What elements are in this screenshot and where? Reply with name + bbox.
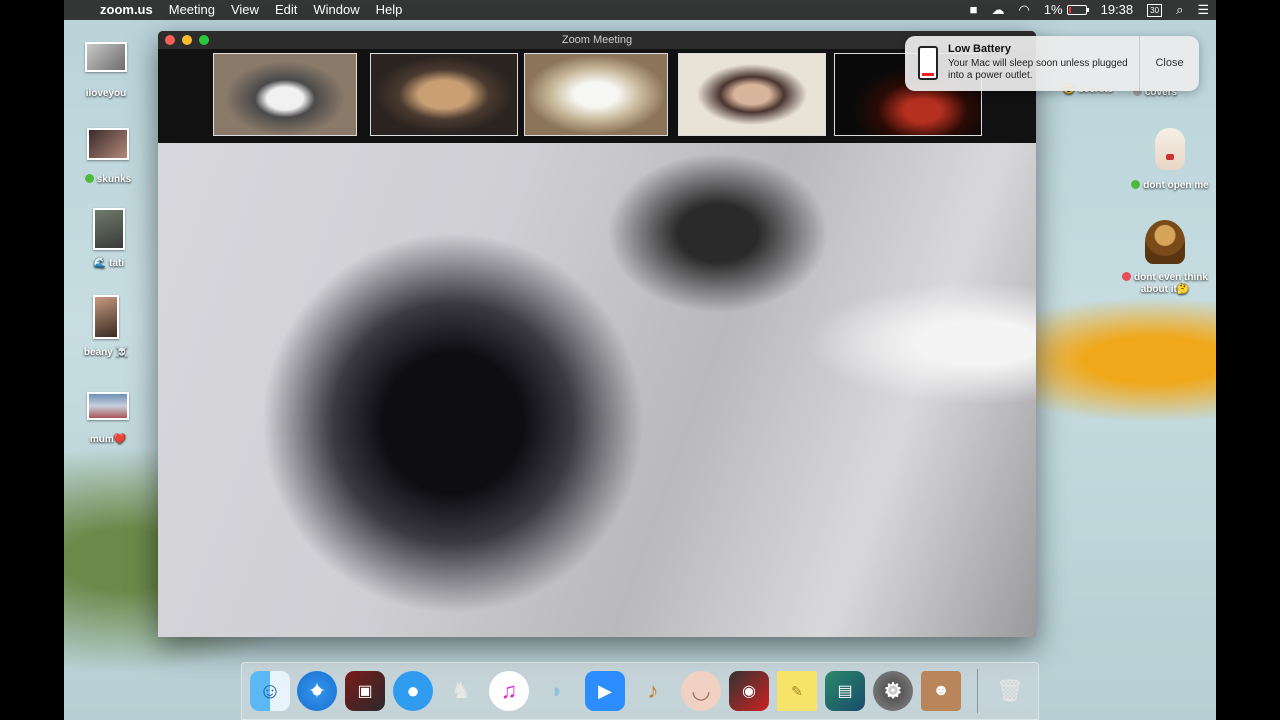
contacts-icon[interactable]: ☻ — [921, 671, 961, 711]
photo-thumbnail — [93, 295, 119, 339]
photo-thumbnail — [93, 208, 125, 250]
notification-title: Low Battery — [948, 43, 1011, 55]
notification-center-icon[interactable]: ☰ — [1190, 0, 1216, 20]
sealion-icon[interactable]: ◗ — [537, 671, 577, 711]
window-title: Zoom Meeting — [561, 34, 633, 46]
desktop: zoom.us Meeting View Edit Window Help ■ … — [64, 0, 1216, 720]
thinking-emoji: 🤔 — [1176, 284, 1190, 295]
creative-cloud-icon[interactable]: ☁ — [984, 0, 1011, 20]
desktop-item-tati[interactable]: 🌊 tati — [64, 208, 154, 269]
notification-close-button[interactable]: Close — [1140, 36, 1199, 91]
system-preferences-icon[interactable]: ⚙ — [873, 671, 913, 711]
desktop-item-dont-open-me[interactable]: dont open me — [1115, 128, 1216, 191]
participant-video-tile[interactable] — [370, 53, 518, 136]
safari-icon[interactable]: ✦ — [297, 671, 337, 711]
face-icon[interactable]: ◡ — [681, 671, 721, 711]
menu-view[interactable]: View — [223, 0, 267, 20]
desktop-item-label: 🌊 tati — [93, 258, 125, 269]
bunny-icon — [1155, 128, 1185, 170]
participant-video-tile[interactable] — [213, 53, 357, 136]
green-tag-icon — [84, 174, 94, 183]
zoom-icon[interactable]: ▶ — [585, 671, 625, 711]
menu-edit[interactable]: Edit — [267, 0, 305, 20]
battery-icon — [1066, 5, 1089, 15]
green-tag-icon — [1131, 180, 1141, 189]
calendar-day: 30 — [1147, 3, 1163, 17]
skull-emoji: ☠️ — [115, 347, 129, 358]
photo-booth-icon[interactable]: ▣ — [345, 671, 385, 711]
calendar-icon[interactable]: 30 — [1140, 3, 1169, 17]
notification-body: Your Mac will sleep soon unless plugged … — [948, 58, 1128, 81]
lion-icon — [1145, 220, 1185, 264]
photo-thumbnail — [85, 42, 127, 72]
preview-icon[interactable]: ▤ — [825, 671, 865, 711]
clock[interactable]: 19:38 — [1094, 0, 1141, 20]
spotlight-search-icon[interactable]: ⌕ — [1169, 0, 1190, 20]
zoom-meeting-window: Zoom Meeting — [158, 31, 1036, 637]
low-battery-notification[interactable]: Low Battery Your Mac will sleep soon unl… — [905, 36, 1199, 91]
active-speaker-video[interactable] — [158, 143, 1036, 637]
desktop-item-label: beany ☠️ — [83, 347, 129, 358]
garageband-icon[interactable]: ♪ — [633, 671, 673, 711]
wifi-icon[interactable]: ◠ — [1011, 0, 1036, 20]
trash-icon[interactable]: 🗑 — [990, 671, 1030, 711]
desktop-item-label: iloveyou — [85, 88, 127, 99]
wave-emoji: 🌊 — [93, 258, 107, 269]
itunes-icon[interactable]: ♫ — [489, 671, 529, 711]
menu-bar: zoom.us Meeting View Edit Window Help ■ … — [64, 0, 1216, 20]
desktop-item-label: dont open me — [1115, 180, 1216, 191]
messages-icon[interactable]: ● — [393, 671, 433, 711]
desktop-item-label: mum❤️ — [89, 434, 127, 445]
photo-thumbnail — [87, 392, 129, 420]
heart-emoji: ❤️ — [113, 434, 127, 445]
menu-help[interactable]: Help — [368, 0, 411, 20]
red-tag-icon — [1122, 272, 1132, 281]
photo-thumbnail — [87, 128, 129, 160]
desktop-item-beany[interactable]: beany ☠️ — [64, 295, 151, 358]
stickies-icon[interactable]: ✎ — [777, 671, 817, 711]
dock-separator — [977, 669, 978, 713]
desktop-item-mum[interactable]: mum❤️ — [64, 392, 153, 445]
dock: ☺ ✦ ▣ ● ♞ ♫ ◗ ▶ ♪ ◡ ◉ ✎ ▤ ⚙ ☻ 🗑 — [241, 662, 1039, 720]
finder-icon[interactable]: ☺ — [250, 671, 290, 711]
battery-percent: 1% — [1043, 2, 1063, 17]
desktop-item-iloveyou[interactable]: iloveyou — [64, 42, 151, 99]
close-window-button[interactable] — [165, 35, 175, 45]
menu-window[interactable]: Window — [305, 0, 367, 20]
participant-video-tile[interactable] — [678, 53, 826, 136]
battery-status[interactable]: 1% — [1037, 0, 1094, 20]
menu-meeting[interactable]: Meeting — [161, 0, 223, 20]
desktop-item-skunks[interactable]: skunks — [64, 128, 153, 185]
desktop-item-dont-even-think-about-it[interactable]: dont even think about it🤔 — [1110, 220, 1216, 296]
zoom-status-icon[interactable]: ■ — [963, 0, 985, 20]
minimize-window-button[interactable] — [182, 35, 192, 45]
participant-video-tile[interactable] — [524, 53, 668, 136]
battery-warning-icon — [918, 46, 938, 80]
app-menu[interactable]: zoom.us — [92, 0, 161, 20]
zoom-window-button[interactable] — [199, 35, 209, 45]
desktop-item-label: dont even think about it🤔 — [1110, 272, 1216, 296]
media-icon[interactable]: ◉ — [729, 671, 769, 711]
creature-icon[interactable]: ♞ — [441, 671, 481, 711]
desktop-item-label: skunks — [64, 174, 153, 185]
